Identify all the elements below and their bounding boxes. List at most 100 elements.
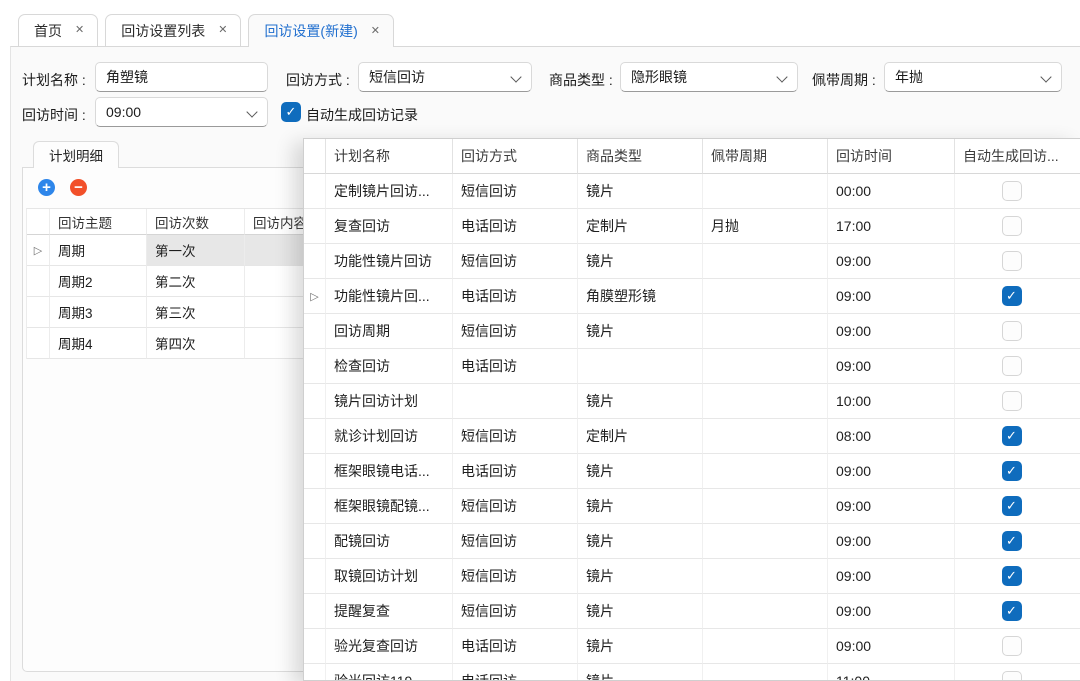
close-icon[interactable]: ✕	[75, 25, 84, 36]
table-row[interactable]: 功能性镜片回访短信回访镜片09:00	[304, 244, 1080, 279]
grid-cell[interactable]	[703, 419, 828, 454]
followup-time-select[interactable]: 09:00	[95, 97, 268, 127]
grid-cell[interactable]	[578, 349, 703, 384]
grid-cell[interactable]: 镜片	[578, 629, 703, 664]
row-indicator-cell[interactable]	[304, 559, 326, 594]
row-indicator-cell[interactable]	[304, 454, 326, 489]
grid-cell[interactable]	[245, 328, 304, 359]
row-checkbox[interactable]	[1002, 181, 1022, 201]
grid-cell[interactable]: 验光回访119	[326, 664, 453, 681]
grid-cell[interactable]: 角膜塑形镜	[578, 279, 703, 314]
grid-cell[interactable]: 00:00	[828, 174, 955, 209]
row-indicator-cell[interactable]	[304, 594, 326, 629]
grid-cell[interactable]: 09:00	[828, 279, 955, 314]
row-indicator-cell[interactable]	[304, 349, 326, 384]
row-indicator-cell[interactable]	[304, 664, 326, 681]
close-icon[interactable]: ✕	[218, 25, 227, 36]
grid-cell[interactable]: 短信回访	[453, 594, 578, 629]
grid-cell[interactable]: 框架眼镜配镜...	[326, 489, 453, 524]
column-header[interactable]: 回访次数	[147, 209, 245, 235]
table-row[interactable]: 取镜回访计划短信回访镜片09:00✓	[304, 559, 1080, 594]
table-row[interactable]: 周期3第三次	[27, 297, 304, 328]
grid-cell[interactable]: 镜片回访计划	[326, 384, 453, 419]
grid-cell[interactable]: 短信回访	[453, 314, 578, 349]
row-checkbox[interactable]: ✓	[1002, 601, 1022, 621]
row-checkbox[interactable]: ✓	[1002, 286, 1022, 306]
grid-cell-checkbox[interactable]	[955, 349, 1080, 384]
grid-cell-checkbox[interactable]: ✓	[955, 279, 1080, 314]
grid-cell-checkbox[interactable]	[955, 209, 1080, 244]
row-checkbox[interactable]	[1002, 251, 1022, 271]
row-checkbox[interactable]: ✓	[1002, 461, 1022, 481]
table-row[interactable]: 检查回访电话回访09:00	[304, 349, 1080, 384]
table-row[interactable]: 周期2第二次	[27, 266, 304, 297]
row-checkbox[interactable]	[1002, 356, 1022, 376]
row-indicator-cell[interactable]	[304, 314, 326, 349]
grid-cell[interactable]: 电话回访	[453, 279, 578, 314]
grid-cell[interactable]: 短信回访	[453, 559, 578, 594]
grid-cell[interactable]: 镜片	[578, 384, 703, 419]
table-row[interactable]: 配镜回访短信回访镜片09:00✓	[304, 524, 1080, 559]
grid-cell[interactable]: 定制镜片回访...	[326, 174, 453, 209]
grid-cell[interactable]: 检查回访	[326, 349, 453, 384]
grid-cell[interactable]: 09:00	[828, 454, 955, 489]
grid-cell[interactable]	[703, 629, 828, 664]
row-indicator-cell[interactable]	[304, 384, 326, 419]
grid-cell[interactable]: 镜片	[578, 454, 703, 489]
row-indicator-cell[interactable]	[27, 266, 50, 297]
grid-cell[interactable]: 复查回访	[326, 209, 453, 244]
grid-cell[interactable]	[703, 174, 828, 209]
tab-home[interactable]: 首页 ✕	[18, 14, 98, 46]
column-header[interactable]: 佩带周期	[703, 139, 828, 174]
row-checkbox[interactable]: ✓	[1002, 566, 1022, 586]
table-row[interactable]: 定制镜片回访...短信回访镜片00:00	[304, 174, 1080, 209]
column-header[interactable]: 计划名称	[326, 139, 453, 174]
row-indicator-cell[interactable]: ▷	[27, 235, 50, 266]
grid-cell[interactable]: 11:00	[828, 664, 955, 681]
grid-cell[interactable]: 镜片	[578, 559, 703, 594]
grid-cell[interactable]: 第一次	[147, 235, 245, 266]
column-header[interactable]: 自动生成回访...	[955, 139, 1080, 174]
row-checkbox[interactable]	[1002, 321, 1022, 341]
table-row[interactable]: 验光复查回访电话回访镜片09:00	[304, 629, 1080, 664]
row-checkbox[interactable]	[1002, 216, 1022, 236]
grid-cell[interactable]: 09:00	[828, 314, 955, 349]
table-row[interactable]: ▷功能性镜片回...电话回访角膜塑形镜09:00✓	[304, 279, 1080, 314]
grid-cell[interactable]	[245, 266, 304, 297]
tab-plan-detail[interactable]: 计划明细	[33, 141, 119, 168]
grid-cell[interactable]: 09:00	[828, 594, 955, 629]
grid-cell-checkbox[interactable]: ✓	[955, 489, 1080, 524]
grid-cell-checkbox[interactable]	[955, 314, 1080, 349]
grid-cell-checkbox[interactable]	[955, 629, 1080, 664]
grid-cell[interactable]	[245, 297, 304, 328]
row-indicator-cell[interactable]	[304, 419, 326, 454]
grid-cell[interactable]	[703, 454, 828, 489]
grid-cell[interactable]: 验光复查回访	[326, 629, 453, 664]
grid-cell[interactable]: 功能性镜片回...	[326, 279, 453, 314]
row-indicator-cell[interactable]	[304, 629, 326, 664]
grid-cell[interactable]	[703, 314, 828, 349]
row-checkbox[interactable]: ✓	[1002, 426, 1022, 446]
grid-cell[interactable]: 电话回访	[453, 629, 578, 664]
grid-cell[interactable]: 提醒复查	[326, 594, 453, 629]
grid-cell[interactable]: 短信回访	[453, 244, 578, 279]
grid-cell[interactable]: 第二次	[147, 266, 245, 297]
table-row[interactable]: 回访周期短信回访镜片09:00	[304, 314, 1080, 349]
row-indicator-cell[interactable]	[304, 489, 326, 524]
column-header[interactable]: 回访方式	[453, 139, 578, 174]
grid-cell[interactable]: 短信回访	[453, 174, 578, 209]
row-indicator-cell[interactable]	[304, 174, 326, 209]
grid-cell[interactable]: 短信回访	[453, 524, 578, 559]
grid-cell[interactable]: 功能性镜片回访	[326, 244, 453, 279]
auto-generate-checkbox[interactable]: ✓	[281, 102, 301, 122]
grid-cell[interactable]	[703, 524, 828, 559]
grid-cell[interactable]: 电话回访	[453, 209, 578, 244]
grid-cell[interactable]: 取镜回访计划	[326, 559, 453, 594]
row-checkbox[interactable]	[1002, 636, 1022, 656]
grid-cell[interactable]: 周期2	[50, 266, 147, 297]
grid-cell[interactable]	[453, 384, 578, 419]
table-row[interactable]: 复查回访电话回访定制片月抛17:00	[304, 209, 1080, 244]
grid-cell-checkbox[interactable]	[955, 384, 1080, 419]
grid-cell-checkbox[interactable]: ✓	[955, 524, 1080, 559]
row-indicator-cell[interactable]	[27, 297, 50, 328]
